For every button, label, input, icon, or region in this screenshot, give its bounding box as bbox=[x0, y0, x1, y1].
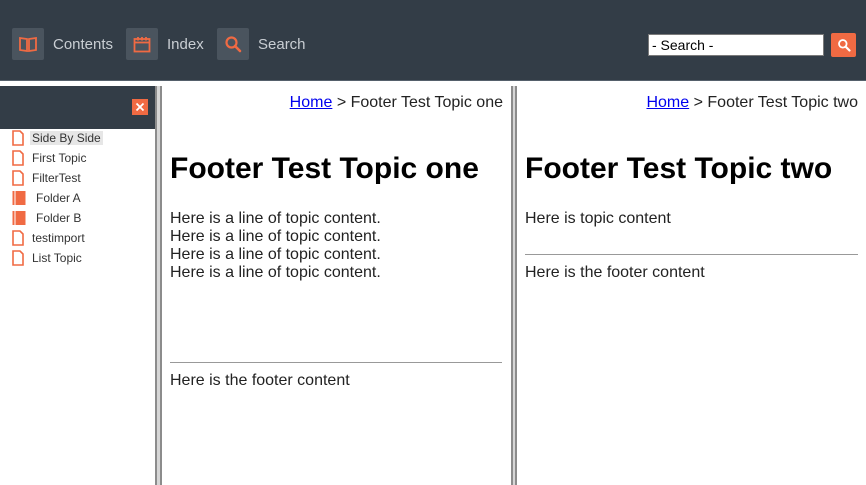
close-icon bbox=[135, 102, 145, 112]
index-label: Index bbox=[167, 35, 204, 53]
toc-folder-a[interactable]: Folder A bbox=[12, 189, 81, 207]
toc-item-label: Folder B bbox=[36, 211, 82, 225]
magnifier-icon bbox=[837, 39, 851, 52]
magnifier-icon bbox=[217, 28, 249, 60]
sidebar-close-button[interactable] bbox=[132, 99, 148, 115]
toc-item-first-topic[interactable]: First Topic bbox=[12, 149, 86, 167]
sidebar-splitter[interactable] bbox=[155, 86, 162, 485]
breadcrumb-current: Footer Test Topic two bbox=[707, 94, 858, 111]
top-toolbar: Contents Index Search bbox=[0, 0, 866, 80]
page-icon bbox=[12, 230, 24, 246]
toc-item-label: Folder A bbox=[36, 191, 81, 205]
topic-body: Here is a line of topic content. Here is… bbox=[170, 210, 381, 282]
topic-title: Footer Test Topic one bbox=[170, 152, 479, 185]
footer-divider bbox=[170, 362, 502, 363]
folder-book-icon bbox=[12, 211, 26, 225]
page-icon bbox=[12, 170, 24, 186]
book-icon bbox=[12, 28, 44, 60]
toc-item-testimport[interactable]: testimport bbox=[12, 229, 85, 247]
toc-item-list-topic[interactable]: List Topic bbox=[12, 249, 82, 267]
breadcrumb-home-link[interactable]: Home bbox=[646, 94, 689, 111]
search-label: Search bbox=[258, 35, 306, 53]
contents-button[interactable]: Contents bbox=[12, 28, 113, 60]
footer-text: Here is the footer content bbox=[170, 372, 350, 389]
index-button[interactable]: Index bbox=[126, 28, 204, 60]
search-input[interactable] bbox=[648, 34, 824, 56]
breadcrumb-current: Footer Test Topic one bbox=[350, 94, 503, 111]
page-icon bbox=[12, 150, 24, 166]
topic-pane-two: Home > Footer Test Topic two Footer Test… bbox=[517, 86, 866, 485]
page-icon bbox=[12, 130, 24, 146]
page-icon bbox=[12, 250, 24, 266]
topic-line: Here is a line of topic content. bbox=[170, 228, 381, 245]
breadcrumb: Home > Footer Test Topic two bbox=[646, 94, 858, 112]
contents-label: Contents bbox=[53, 35, 114, 53]
calendar-icon bbox=[126, 28, 158, 60]
toc-folder-b[interactable]: Folder B bbox=[12, 209, 81, 227]
topic-line: Here is topic content bbox=[525, 210, 671, 227]
topic-body: Here is topic content bbox=[525, 210, 671, 228]
topic-title: Footer Test Topic two bbox=[525, 152, 833, 185]
toc-item-label: FilterTest bbox=[32, 171, 81, 185]
breadcrumb-separator: > bbox=[693, 94, 703, 111]
toc-item-side-by-side[interactable]: Side By Side bbox=[12, 129, 103, 147]
toc-item-label: Side By Side bbox=[30, 131, 103, 145]
footer-text: Here is the footer content bbox=[525, 264, 705, 281]
toc-item-label: First Topic bbox=[32, 151, 87, 165]
breadcrumb: Home > Footer Test Topic one bbox=[290, 94, 503, 112]
footer-divider bbox=[525, 254, 858, 255]
folder-book-icon bbox=[12, 191, 26, 205]
topic-pane-one: Home > Footer Test Topic one Footer Test… bbox=[162, 86, 511, 485]
topic-line: Here is a line of topic content. bbox=[170, 246, 381, 263]
breadcrumb-separator: > bbox=[336, 94, 347, 111]
search-submit-button[interactable] bbox=[831, 33, 856, 57]
toc-item-label: List Topic bbox=[32, 251, 82, 265]
toc-item-filtertest[interactable]: FilterTest bbox=[12, 169, 81, 187]
search-tab-button[interactable]: Search bbox=[217, 28, 306, 60]
breadcrumb-home-link[interactable]: Home bbox=[290, 94, 333, 111]
toc-item-label: testimport bbox=[32, 231, 85, 245]
topic-line: Here is a line of topic content. bbox=[170, 210, 381, 227]
topic-line: Here is a line of topic content. bbox=[170, 264, 381, 281]
